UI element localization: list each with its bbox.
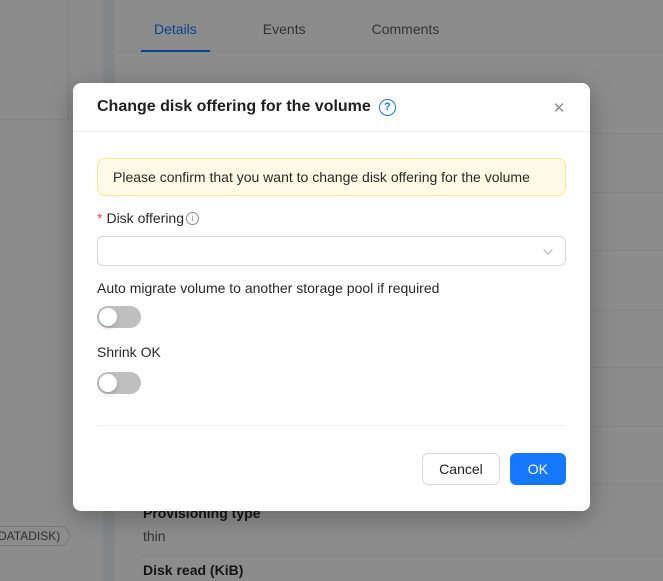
shrink-ok-label: Shrink OK bbox=[97, 342, 566, 362]
change-disk-offering-modal: Change disk offering for the volume ? ✕ … bbox=[73, 83, 590, 511]
modal-header: Change disk offering for the volume ? ✕ bbox=[73, 83, 590, 132]
auto-migrate-toggle[interactable] bbox=[97, 306, 141, 328]
close-icon[interactable]: ✕ bbox=[546, 95, 572, 121]
disk-offering-select[interactable] bbox=[97, 236, 566, 266]
info-icon[interactable]: i bbox=[186, 212, 199, 225]
disk-offering-label: Disk offering bbox=[106, 210, 184, 226]
toggle-knob bbox=[99, 374, 117, 392]
modal-body: Please confirm that you want to change d… bbox=[73, 132, 590, 394]
required-asterisk: * bbox=[97, 210, 102, 226]
toggle-knob bbox=[99, 308, 117, 326]
confirm-alert-text: Please confirm that you want to change d… bbox=[113, 169, 530, 185]
ok-button[interactable]: OK bbox=[510, 453, 566, 485]
shrink-ok-toggle[interactable] bbox=[97, 372, 141, 394]
cancel-button[interactable]: Cancel bbox=[422, 453, 500, 485]
disk-offering-label-row: * Disk offering i bbox=[97, 208, 566, 228]
modal-footer: Cancel OK bbox=[73, 426, 590, 511]
modal-title: Change disk offering for the volume bbox=[97, 98, 371, 116]
confirm-alert: Please confirm that you want to change d… bbox=[97, 158, 566, 196]
auto-migrate-label: Auto migrate volume to another storage p… bbox=[97, 278, 566, 298]
chevron-down-icon bbox=[542, 246, 554, 258]
help-icon[interactable]: ? bbox=[379, 99, 396, 116]
